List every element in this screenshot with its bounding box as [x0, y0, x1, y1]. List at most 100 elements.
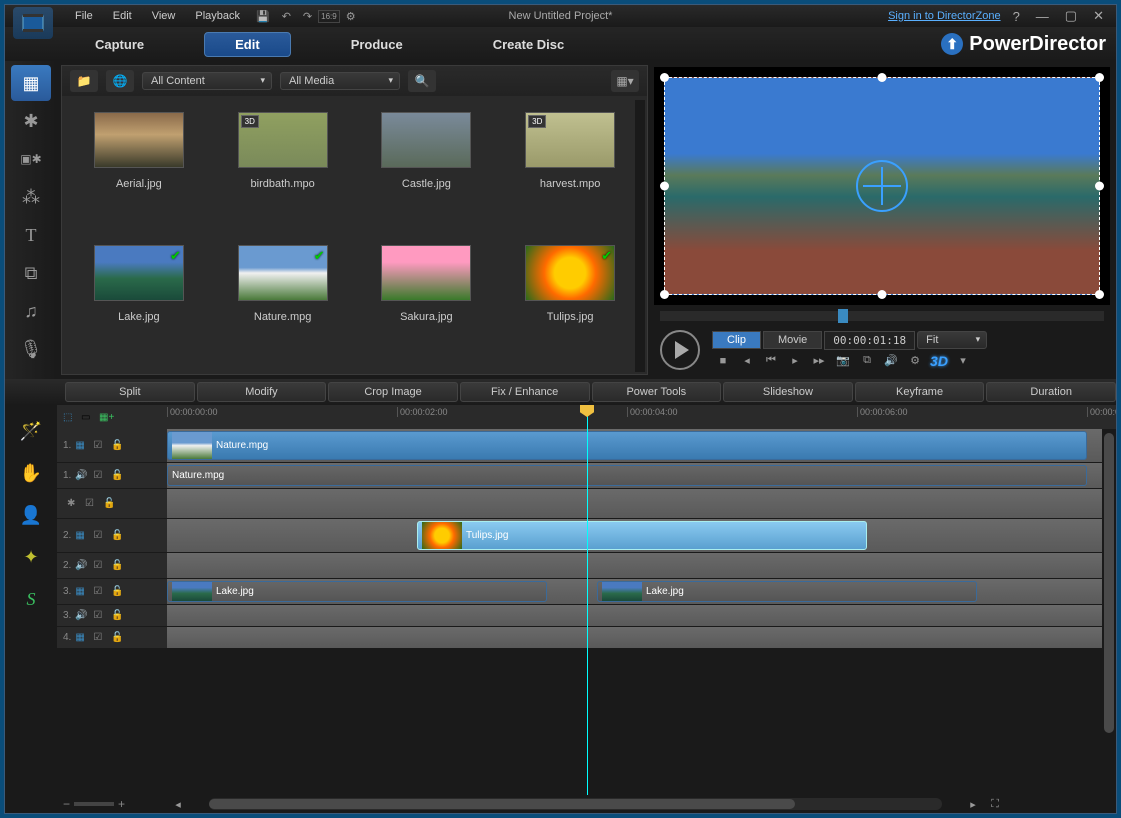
content-filter-dropdown[interactable]: All Content — [142, 72, 272, 90]
track-type-icon[interactable] — [67, 498, 81, 509]
title-room-icon[interactable]: T — [11, 217, 51, 253]
import-folder-icon[interactable]: 📁 — [70, 70, 98, 92]
zoom-out-icon[interactable]: − — [63, 797, 70, 811]
track-type-icon[interactable] — [75, 440, 89, 451]
track-header[interactable]: 2. — [57, 553, 167, 578]
tool-power-tools[interactable]: Power Tools — [592, 382, 722, 402]
snapshot-icon[interactable]: 📷 — [832, 352, 854, 370]
view-mode-icon[interactable]: ▦▾ — [611, 70, 639, 92]
app-logo[interactable] — [13, 7, 53, 39]
track-type-icon[interactable] — [75, 470, 89, 481]
timeline-clip[interactable]: Lake.jpg — [597, 581, 977, 602]
fit-timeline-icon[interactable]: ⛶ — [984, 795, 1006, 813]
track-visible-icon[interactable] — [93, 440, 107, 451]
track-lock-icon[interactable] — [111, 470, 125, 481]
menu-edit[interactable]: Edit — [103, 10, 142, 22]
tool-fix-enhance[interactable]: Fix / Enhance — [460, 382, 590, 402]
audio-room-icon[interactable]: ♫ — [11, 293, 51, 329]
media-item[interactable]: 3Dharvest.mpo — [503, 112, 637, 225]
media-room-icon[interactable]: ▦ — [11, 65, 51, 101]
effect-room-icon[interactable]: ✱ — [11, 103, 51, 139]
timecode-display[interactable]: 00:00:01:18 — [824, 331, 915, 350]
track-type-icon[interactable] — [75, 610, 89, 621]
upload-icon[interactable]: ⬆ — [941, 33, 963, 55]
crosshair-icon[interactable] — [856, 160, 908, 212]
quality-icon[interactable]: ⚙ — [904, 352, 926, 370]
media-item[interactable]: ✔Nature.mpg — [216, 245, 350, 358]
track-body[interactable]: Nature.mpg — [167, 429, 1116, 462]
track-body[interactable] — [167, 627, 1116, 648]
menu-view[interactable]: View — [142, 10, 186, 22]
media-thumbnail[interactable] — [381, 112, 471, 168]
chapter-icon[interactable]: 👤 — [11, 497, 51, 533]
timeline-clip[interactable]: Lake.jpg — [167, 581, 547, 602]
track-visible-icon[interactable] — [93, 530, 107, 541]
step-back-icon[interactable]: ⏮ — [760, 352, 782, 370]
save-icon[interactable]: 💾 — [250, 10, 276, 23]
playhead[interactable] — [587, 405, 588, 795]
timeline-clip[interactable]: Nature.mpg — [167, 465, 1087, 486]
media-scrollbar[interactable] — [635, 100, 645, 372]
fast-forward-icon[interactable]: ▸▸ — [808, 352, 830, 370]
media-thumbnail[interactable]: 3D — [238, 112, 328, 168]
magic-tools-icon[interactable]: 🪄 — [11, 413, 51, 449]
media-item[interactable]: Castle.jpg — [360, 112, 494, 225]
clip-mode-button[interactable]: Clip — [712, 331, 761, 349]
zoom-slider[interactable] — [74, 802, 114, 806]
particle-room-icon[interactable]: ⁂ — [11, 179, 51, 215]
wand-icon[interactable]: ✦ — [11, 539, 51, 575]
track-visible-icon[interactable] — [93, 470, 107, 481]
track-body[interactable] — [167, 605, 1116, 626]
track-lock-icon[interactable] — [111, 586, 125, 597]
menu-playback[interactable]: Playback — [185, 10, 250, 22]
redo-icon[interactable]: ↷ — [297, 10, 318, 23]
prev-frame-icon[interactable]: ◂ — [736, 352, 758, 370]
media-thumbnail[interactable]: ✔ — [238, 245, 328, 301]
menu-file[interactable]: File — [65, 10, 103, 22]
media-thumbnail[interactable] — [381, 245, 471, 301]
time-ruler[interactable]: 00:00:00:0000:00:02:0000:00:04:0000:00:0… — [167, 405, 1116, 429]
track-header[interactable]: 1. — [57, 463, 167, 488]
add-track-icon[interactable]: ▦+ — [99, 412, 113, 423]
tool-split[interactable]: Split — [65, 382, 195, 402]
aspect-ratio-selector[interactable]: 16:9 — [318, 10, 340, 23]
preview-image[interactable] — [664, 77, 1100, 295]
media-thumbnail[interactable]: ✔ — [94, 245, 184, 301]
media-thumbnail[interactable] — [94, 112, 184, 168]
track-visible-icon[interactable] — [93, 632, 107, 643]
subtitle-icon[interactable]: S — [11, 581, 51, 617]
tool-crop-image[interactable]: Crop Image — [328, 382, 458, 402]
track-lock-icon[interactable] — [103, 498, 117, 509]
hscroll-left-icon[interactable]: ◂ — [167, 795, 189, 813]
track-header[interactable]: 3. — [57, 605, 167, 626]
movie-mode-button[interactable]: Movie — [763, 331, 822, 349]
3d-dropdown-icon[interactable]: ▾ — [952, 352, 974, 370]
track-lock-icon[interactable] — [111, 530, 125, 541]
track-type-icon[interactable] — [75, 560, 89, 571]
timeline-clip[interactable]: Nature.mpg — [167, 431, 1087, 460]
track-type-icon[interactable] — [75, 586, 89, 597]
media-item[interactable]: Sakura.jpg — [360, 245, 494, 358]
hscroll-track[interactable] — [209, 798, 942, 810]
track-body[interactable] — [167, 489, 1116, 518]
next-frame-icon[interactable]: ▸ — [784, 352, 806, 370]
track-lock-icon[interactable] — [111, 560, 125, 571]
media-thumbnail[interactable]: 3D — [525, 112, 615, 168]
tab-create-disc[interactable]: Create Disc — [463, 33, 595, 56]
maximize-icon[interactable]: ▢ — [1061, 8, 1081, 24]
undo-icon[interactable]: ↶ — [276, 10, 297, 23]
tab-produce[interactable]: Produce — [321, 33, 433, 56]
tab-edit[interactable]: Edit — [204, 32, 291, 57]
timeline-clip[interactable]: Tulips.jpg — [417, 521, 867, 550]
close-icon[interactable]: ✕ — [1089, 8, 1108, 24]
track-header[interactable]: 3. — [57, 579, 167, 604]
track-visible-icon[interactable] — [93, 560, 107, 571]
tool-slideshow[interactable]: Slideshow — [723, 382, 853, 402]
track-lock-icon[interactable] — [111, 632, 125, 643]
track-lock-icon[interactable] — [111, 440, 125, 451]
hscroll-right-icon[interactable]: ▸ — [962, 795, 984, 813]
tool-modify[interactable]: Modify — [197, 382, 327, 402]
tool-duration[interactable]: Duration — [986, 382, 1116, 402]
download-icon[interactable]: 🌐 — [106, 70, 134, 92]
preview-canvas[interactable] — [654, 67, 1110, 305]
